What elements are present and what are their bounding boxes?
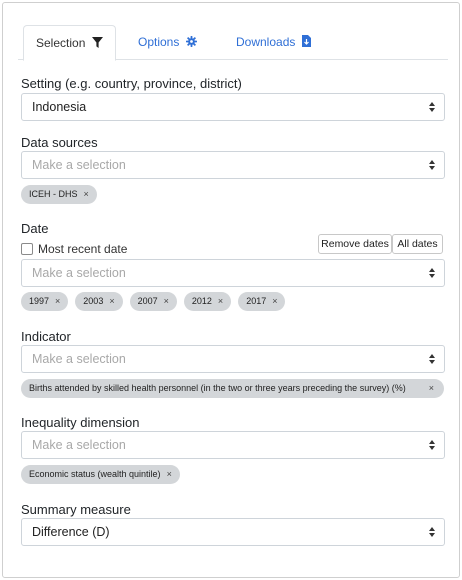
data-sources-placeholder: Make a selection <box>32 158 126 172</box>
chip-label: 2007 <box>137 296 158 306</box>
tab-options-label: Options <box>138 35 180 49</box>
selection-chip: Births attended by skilled health person… <box>21 379 444 398</box>
filter-icon <box>91 27 103 61</box>
selection-chip: ICEH - DHS × <box>21 185 97 204</box>
selection-panel: Selection Options Downloads Setting (e.g… <box>2 2 460 578</box>
remove-dates-button[interactable]: Remove dates <box>318 234 392 254</box>
sort-arrows-icon <box>429 102 435 112</box>
inequality-dimension-chips: Economic status (wealth quintile) × <box>21 465 187 485</box>
tab-selection[interactable]: Selection <box>23 25 116 61</box>
date-label: Date <box>21 221 49 236</box>
sort-arrows-icon <box>429 354 435 364</box>
chip-label: 2017 <box>246 296 267 306</box>
file-download-icon <box>301 26 311 60</box>
chip-remove-button[interactable]: × <box>55 296 60 306</box>
chip-remove-button[interactable]: × <box>84 189 89 199</box>
summary-measure-label: Summary measure <box>21 502 131 517</box>
sort-arrows-icon <box>429 527 435 537</box>
chip-label: 1997 <box>29 296 50 306</box>
chip-label: 2012 <box>191 296 212 306</box>
selection-chip: 1997 × <box>21 292 69 311</box>
most-recent-date-checkbox[interactable] <box>21 242 33 255</box>
indicator-chips: Births attended by skilled health person… <box>21 379 451 399</box>
selection-chip: Economic status (wealth quintile) × <box>21 465 180 484</box>
tab-selection-label: Selection <box>36 36 86 50</box>
tab-bar: Selection Options Downloads <box>18 25 448 61</box>
setting-value: Indonesia <box>32 100 87 114</box>
chip-remove-button[interactable]: × <box>218 296 223 306</box>
all-dates-button[interactable]: All dates <box>392 234 443 254</box>
selection-chip: 2003 × <box>75 292 123 311</box>
indicator-placeholder: Make a selection <box>32 352 126 366</box>
chip-remove-button[interactable]: × <box>429 379 434 398</box>
setting-label: Setting (e.g. country, province, distric… <box>21 76 242 91</box>
data-sources-label: Data sources <box>21 135 98 150</box>
indicator-label: Indicator <box>21 329 71 344</box>
chip-remove-button[interactable]: × <box>272 296 277 306</box>
sort-arrows-icon <box>429 160 435 170</box>
tab-downloads-label: Downloads <box>236 35 296 49</box>
tab-downloads[interactable]: Downloads <box>236 25 311 60</box>
sort-arrows-icon <box>429 268 435 278</box>
date-chips: 1997 × 2003 × 2007 × 2012 × 2017 × <box>21 292 292 312</box>
chip-remove-button[interactable]: × <box>109 296 114 306</box>
selection-chip: 2007 × <box>129 292 177 311</box>
most-recent-date-label: Most recent date <box>38 241 128 256</box>
chip-label: ICEH - DHS <box>29 189 78 199</box>
inequality-dimension-label: Inequality dimension <box>21 415 140 430</box>
inequality-dimension-select[interactable]: Make a selection <box>21 431 445 459</box>
data-sources-select[interactable]: Make a selection <box>21 151 445 179</box>
indicator-select[interactable]: Make a selection <box>21 345 445 373</box>
chip-remove-button[interactable]: × <box>167 469 172 479</box>
inequality-dimension-placeholder: Make a selection <box>32 438 126 452</box>
summary-measure-select[interactable]: Difference (D) <box>21 518 445 546</box>
setting-select[interactable]: Indonesia <box>21 93 445 121</box>
summary-measure-value: Difference (D) <box>32 525 110 539</box>
most-recent-date-option: Most recent date <box>21 240 128 256</box>
selection-chip: 2012 × <box>183 292 232 311</box>
date-placeholder: Make a selection <box>32 266 126 280</box>
chip-label: Economic status (wealth quintile) <box>29 469 161 479</box>
selection-chip: 2017 × <box>238 292 286 311</box>
chip-remove-button[interactable]: × <box>164 296 169 306</box>
date-select[interactable]: Make a selection <box>21 259 445 287</box>
sort-arrows-icon <box>429 440 435 450</box>
data-sources-chips: ICEH - DHS × <box>21 185 104 205</box>
chip-label: Births attended by skilled health person… <box>29 383 406 393</box>
tab-options[interactable]: Options <box>138 25 197 60</box>
gear-icon <box>185 26 197 60</box>
chip-label: 2003 <box>83 296 104 306</box>
